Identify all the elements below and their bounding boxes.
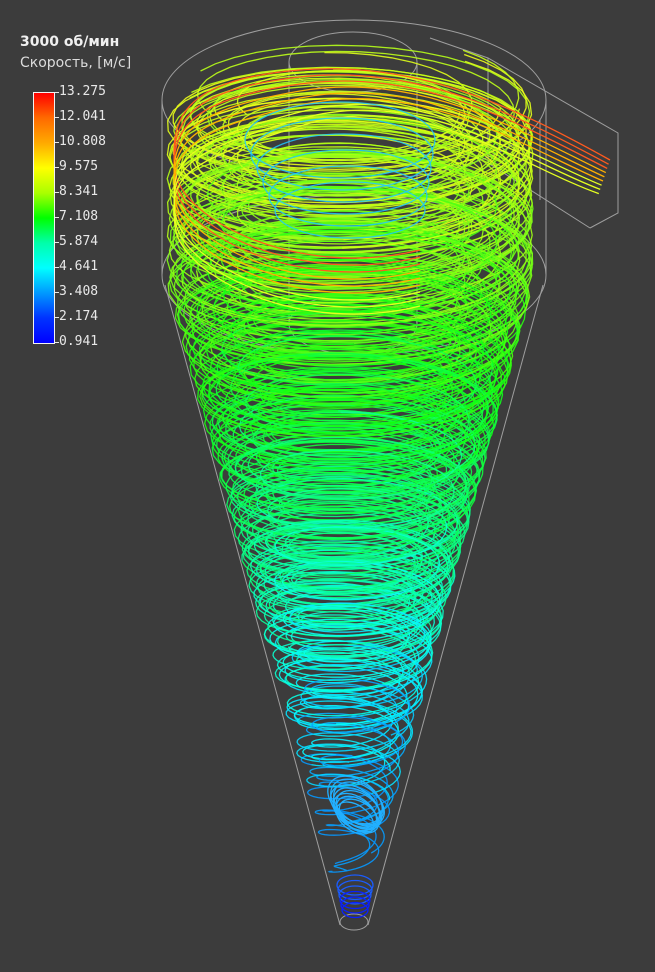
colorbar-tick: 5.874	[54, 234, 99, 249]
inlet-duct-bottom	[487, 58, 591, 229]
velocity-colorbar	[33, 92, 55, 344]
dust-outlet-ellipse	[339, 913, 369, 931]
colorbar-tick: 9.575	[54, 159, 99, 174]
colorbar-tick: 4.641	[54, 259, 99, 274]
velocity-legend: 3000 об/мин Скорость, [м/с]	[20, 34, 131, 71]
colorbar-tick: 8.341	[54, 184, 99, 199]
colorbar-ticks: 13.275 12.041 10.808 9.575 8.341 7.108 5…	[54, 85, 149, 349]
colorbar-tick: 12.041	[55, 109, 106, 124]
outlet-ring	[341, 901, 369, 919]
colorbar-tick: 0.941	[54, 334, 99, 349]
legend-subtitle: Скорость, [м/с]	[20, 55, 132, 71]
colorbar-tick: 10.808	[55, 134, 106, 149]
streamlines	[166, 44, 611, 919]
legend-title: 3000 об/мин	[20, 34, 120, 50]
colorbar-tick: 7.108	[54, 209, 99, 224]
colorbar-tick: 13.275	[55, 84, 106, 99]
colorbar-tick: 3.408	[54, 284, 99, 299]
colorbar-tick: 2.174	[54, 309, 99, 324]
